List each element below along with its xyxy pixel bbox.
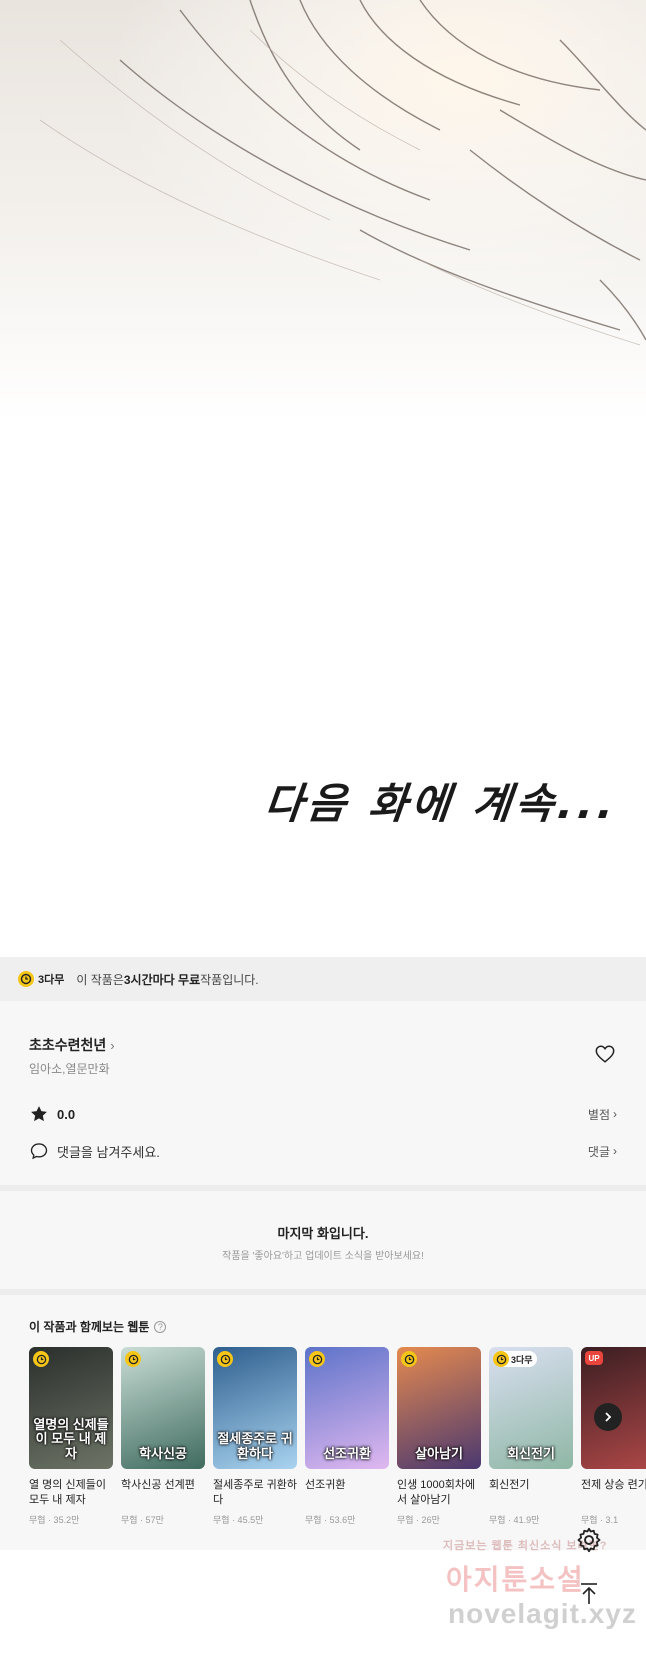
comment-prompt: 댓글을 남겨주세요.: [57, 1144, 160, 1160]
cover-title-text: 절세종주로 귀환하다: [217, 1431, 293, 1461]
watermark-logo-text: 아지툰소설: [446, 1564, 585, 1595]
chevron-right-icon: [605, 1412, 612, 1422]
up-badge: UP: [585, 1351, 603, 1365]
comments-link[interactable]: 댓글 ›: [588, 1143, 617, 1160]
next-arrow-button[interactable]: [594, 1403, 622, 1431]
recommendation-card[interactable]: 살아남기인생 1000회차에서 살아남기무협 · 26만: [397, 1347, 481, 1526]
cover-thumbnail: 선조귀환: [305, 1347, 389, 1469]
cover-thumbnail: 절세종주로 귀환하다: [213, 1347, 297, 1469]
card-title: 전제 상승 련기: [581, 1479, 646, 1491]
cover-title-text: 회신전기: [507, 1445, 555, 1461]
cover-thumbnail: 3다무회신전기: [489, 1347, 573, 1469]
recommendation-card[interactable]: 절세종주로 귀환하다 절세종주로 귀환하다 무협 · 45.5만: [213, 1347, 297, 1526]
recommendations-heading-text: 이 작품과 함께보는 웹툰: [29, 1320, 150, 1334]
wait-free-badge: [125, 1351, 141, 1367]
last-episode-title: 마지막 화입니다.: [277, 1226, 369, 1241]
wait-free-badge: [401, 1351, 417, 1367]
series-authors: 임아소,열문만화: [29, 1062, 110, 1076]
card-meta: 무협 · 45.5만: [213, 1515, 264, 1525]
star-icon: [31, 1106, 47, 1122]
comment-row[interactable]: 댓글을 남겨주세요. 댓글 ›: [29, 1141, 617, 1161]
cover-thumbnail: 열명의 신제들이 모두 내 제자: [29, 1347, 113, 1469]
heart-icon[interactable]: [594, 1043, 616, 1065]
wait-free-badge: 3다무: [493, 1351, 537, 1367]
card-meta: 무협 · 41.9만: [489, 1515, 540, 1525]
rating-row: 0.0 별점 ›: [29, 1104, 617, 1124]
to-be-continued-caption: 다음 화에 계속...: [262, 779, 621, 828]
cover-title-text: 선조귀환: [323, 1445, 371, 1461]
free-banner-suffix: 작품입니다.: [200, 972, 259, 987]
card-title: 인생 1000회차에서 살아남기: [397, 1479, 476, 1506]
series-title: 초초수련천년: [29, 1037, 107, 1053]
speech-bubble-icon: [30, 1143, 48, 1160]
last-episode-notice: 마지막 화입니다. 작품을 '좋아요'하고 업데이트 소식을 받아보세요!: [0, 1191, 646, 1289]
clock-icon: [125, 1351, 141, 1367]
clock-icon: [309, 1351, 325, 1367]
chevron-right-icon: ›: [110, 1037, 115, 1053]
chevron-right-icon: ›: [613, 1107, 617, 1121]
card-meta: 무협 · 53.6만: [305, 1515, 356, 1525]
comic-panel: 다음 화에 계속...: [0, 0, 646, 957]
wait-free-badge: [309, 1351, 325, 1367]
clock-icon: [401, 1351, 417, 1367]
free-banner-prefix: 이 작품은: [76, 972, 124, 987]
recommendation-card[interactable]: 열명의 신제들이 모두 내 제자열 명의 신제들이 모두 내 제자무협 · 35…: [29, 1347, 113, 1526]
card-meta: 무협 · 35.2만: [29, 1515, 80, 1525]
recommendation-card[interactable]: 선조귀환 선조귀환 무협 · 53.6만: [305, 1347, 389, 1526]
card-meta: 무협 · 57만: [121, 1515, 164, 1525]
comments-link-label: 댓글: [587, 1144, 610, 1159]
recommendation-card[interactable]: UP 전제 상승 련기 무협 · 3.1: [581, 1347, 646, 1526]
chevron-right-icon: ›: [613, 1144, 617, 1158]
series-info-panel: 초초수련천년 › 임아소,열문만화 0.0 별점 › 댓글을 남겨주세요. 댓글…: [0, 1001, 646, 1185]
card-meta: 무협 · 26만: [397, 1515, 440, 1525]
card-title: 학사신공 선계편: [121, 1479, 195, 1491]
wait-free-badge: 3다무: [18, 971, 64, 987]
card-title: 절세종주로 귀환하다: [213, 1479, 297, 1506]
scroll-to-top-icon[interactable]: [578, 1582, 600, 1606]
watermark-url: novelagit.xyz: [448, 1598, 637, 1629]
card-title: 선조귀환: [305, 1479, 346, 1491]
help-icon[interactable]: ?: [154, 1320, 167, 1333]
clock-icon: [33, 1351, 49, 1367]
recommendations-section: 이 작품과 함께보는 웹툰 ? 열명의 신제들이 모두 내 제자열 명의 신제들…: [0, 1295, 646, 1550]
cover-thumbnail: 살아남기: [397, 1347, 481, 1469]
rating-value: 0.0: [57, 1106, 76, 1122]
recommendation-card[interactable]: 학사신공학사신공 선계편무협 · 57만: [121, 1347, 205, 1526]
clock-icon: [493, 1351, 509, 1367]
cover-title-text: 열명의 신제들이 모두 내 제자: [33, 1417, 109, 1461]
last-episode-subtitle: 작품을 '좋아요'하고 업데이트 소식을 받아보세요!: [222, 1251, 424, 1262]
clock-icon: [18, 971, 34, 987]
gear-icon[interactable]: [574, 1525, 604, 1555]
wait-free-badge: [217, 1351, 233, 1367]
recommendations-heading: 이 작품과 함께보는 웹툰 ?: [29, 1318, 167, 1335]
rate-link[interactable]: 별점 ›: [588, 1106, 617, 1123]
recommendation-list: 열명의 신제들이 모두 내 제자열 명의 신제들이 모두 내 제자무협 · 35…: [29, 1347, 646, 1526]
recommendation-card[interactable]: 3다무 회신전기 회신전기 무협 · 41.9만: [489, 1347, 573, 1526]
comic-artwork: [0, 0, 646, 420]
series-title-link[interactable]: 초초수련천년 ›: [29, 1035, 115, 1055]
rate-link-label: 별점: [587, 1107, 610, 1122]
wait-free-badge-label: 3다무: [511, 1354, 533, 1365]
wait-free-badge-label: 3다무: [38, 974, 65, 986]
clock-icon: [217, 1351, 233, 1367]
free-banner-bold: 3시간마다 무료: [123, 972, 201, 987]
cover-thumbnail: 학사신공: [121, 1347, 205, 1469]
card-title: 회신전기: [489, 1479, 530, 1491]
cover-title-text: 살아남기: [415, 1445, 463, 1461]
cover-title-text: 학사신공: [139, 1445, 187, 1461]
card-title: 열 명의 신제들이 모두 내 제자: [29, 1479, 106, 1506]
free-every-3h-banner: 3다무 이 작품은 3시간마다 무료 작품입니다.: [0, 957, 646, 1001]
wait-free-badge: [33, 1351, 49, 1367]
